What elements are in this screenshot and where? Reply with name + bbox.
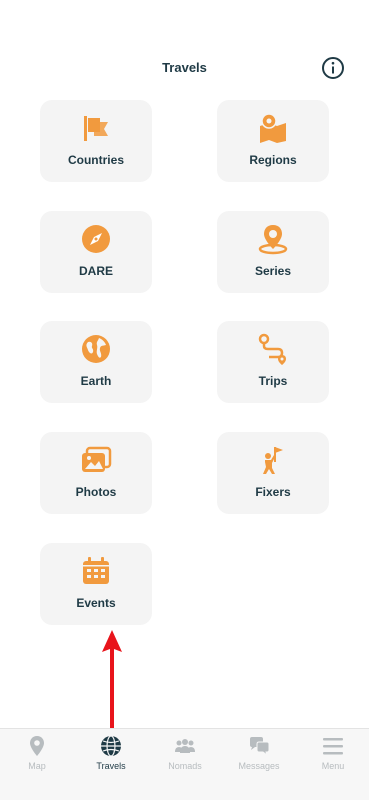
bottom-tab-bar: Map Travels Nomads Messages Menu [0,728,369,800]
tile-regions[interactable]: Regions [217,100,329,182]
tab-label: Nomads [168,761,202,771]
page-title: Travels [162,60,207,75]
location-stack-icon [258,225,288,255]
tab-messages[interactable]: Messages [222,729,296,800]
tile-events[interactable]: Events [40,543,152,625]
tile-label: Countries [67,153,124,167]
info-button[interactable] [321,56,345,80]
tile-label: Earth [80,374,112,388]
info-circle-icon [322,57,344,79]
tile-countries[interactable]: Countries [40,100,152,182]
tile-earth[interactable]: Earth [40,321,152,403]
tab-travels[interactable]: Travels [74,729,148,800]
people-icon [175,739,195,753]
photos-icon [82,446,112,472]
tile-label: Photos [75,485,117,499]
tile-label: Regions [249,153,297,167]
calendar-icon [83,557,109,584]
globe-icon [101,735,121,757]
globe-icon [82,335,110,363]
map-pin-icon [260,113,286,143]
route-icon [258,333,286,365]
climber-flag-icon [263,447,283,474]
tab-map[interactable]: Map [0,729,74,800]
tile-label: Series [254,264,292,278]
compass-icon [82,225,110,253]
tile-label: DARE [78,264,113,278]
tab-label: Map [28,761,46,771]
tab-label: Messages [238,761,280,771]
map-pin-icon [30,736,44,756]
hamburger-menu-icon [323,738,343,755]
tile-photos[interactable]: Photos [40,432,152,514]
tab-menu[interactable]: Menu [296,729,369,800]
header: Travels [0,0,369,90]
tab-label: Travels [96,761,126,771]
tile-label: Events [76,596,116,610]
tab-label: Menu [321,761,345,771]
red-arrow-annotation [102,630,122,728]
tile-fixers[interactable]: Fixers [217,432,329,514]
tile-trips[interactable]: Trips [217,321,329,403]
tile-dare[interactable]: DARE [40,211,152,293]
tile-series[interactable]: Series [217,211,329,293]
tile-label: Fixers [255,485,291,499]
tile-label: Trips [258,374,288,388]
flags-icon [84,116,108,141]
tab-nomads[interactable]: Nomads [148,729,222,800]
chat-bubbles-icon [250,737,270,757]
